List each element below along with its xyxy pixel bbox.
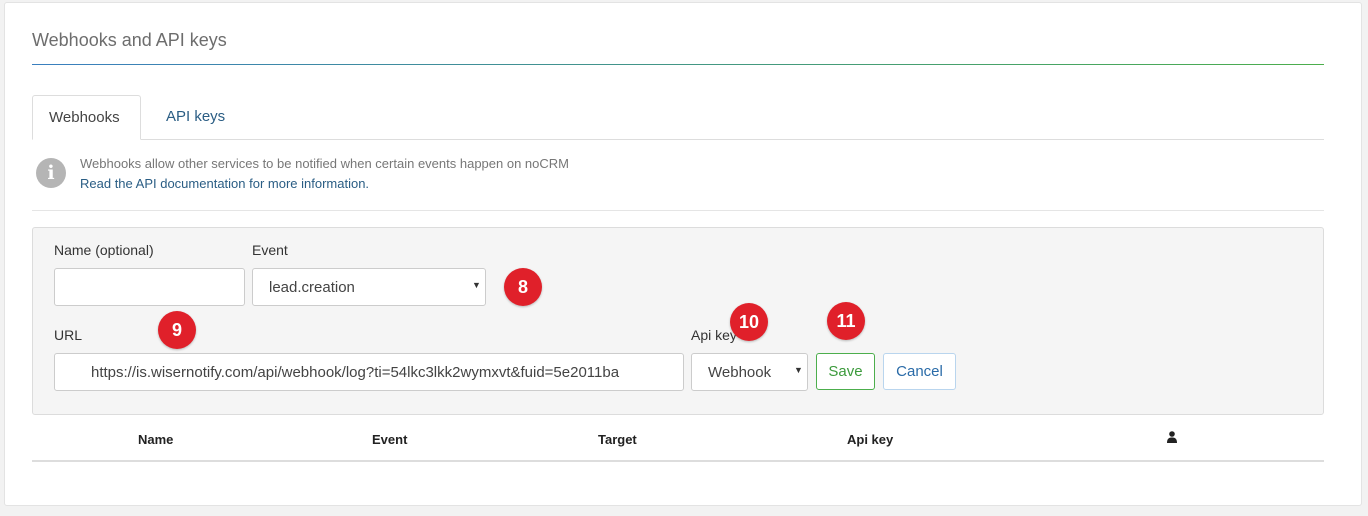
api-key-select-value: Webhook bbox=[708, 364, 772, 381]
user-icon bbox=[1167, 431, 1177, 443]
api-documentation-link[interactable]: Read the API documentation for more info… bbox=[80, 176, 369, 191]
annotation-badge-11: 11 bbox=[827, 302, 865, 340]
column-header-event[interactable]: Event bbox=[372, 432, 407, 447]
column-header-target[interactable]: Target bbox=[598, 432, 637, 447]
annotation-badge-8: 8 bbox=[504, 268, 542, 306]
event-label: Event bbox=[252, 242, 288, 258]
api-key-label: Api key bbox=[691, 327, 737, 343]
webhook-form: Name (optional) Event lead.creation ▼ UR… bbox=[32, 227, 1324, 415]
tab-bar: Webhooks API keys bbox=[32, 95, 1324, 140]
info-icon: i bbox=[36, 158, 66, 188]
annotation-badge-9: 9 bbox=[158, 311, 196, 349]
url-input[interactable] bbox=[54, 353, 684, 391]
event-select-value: lead.creation bbox=[269, 279, 355, 296]
title-divider bbox=[32, 64, 1324, 65]
url-label: URL bbox=[54, 327, 83, 343]
save-button[interactable]: Save bbox=[816, 353, 875, 390]
column-header-api-key[interactable]: Api key bbox=[847, 432, 893, 447]
name-label: Name (optional) bbox=[54, 242, 154, 258]
webhooks-table-header: Name Event Target Api key bbox=[32, 418, 1324, 462]
annotation-badge-10: 10 bbox=[730, 303, 768, 341]
cancel-button[interactable]: Cancel bbox=[883, 353, 956, 390]
event-select[interactable]: lead.creation ▼ bbox=[252, 268, 486, 306]
panel-title: Webhooks and API keys bbox=[32, 30, 227, 50]
tab-webhooks[interactable]: Webhooks bbox=[32, 95, 141, 140]
column-header-name[interactable]: Name bbox=[138, 432, 173, 447]
caret-down-icon: ▼ bbox=[472, 280, 481, 290]
info-text: Webhooks allow other services to be noti… bbox=[80, 156, 569, 171]
caret-down-icon: ▼ bbox=[794, 365, 803, 375]
tab-api-keys[interactable]: API keys bbox=[150, 95, 241, 138]
api-key-select[interactable]: Webhook ▼ bbox=[691, 353, 808, 391]
name-input[interactable] bbox=[54, 268, 245, 306]
info-divider bbox=[32, 210, 1324, 211]
